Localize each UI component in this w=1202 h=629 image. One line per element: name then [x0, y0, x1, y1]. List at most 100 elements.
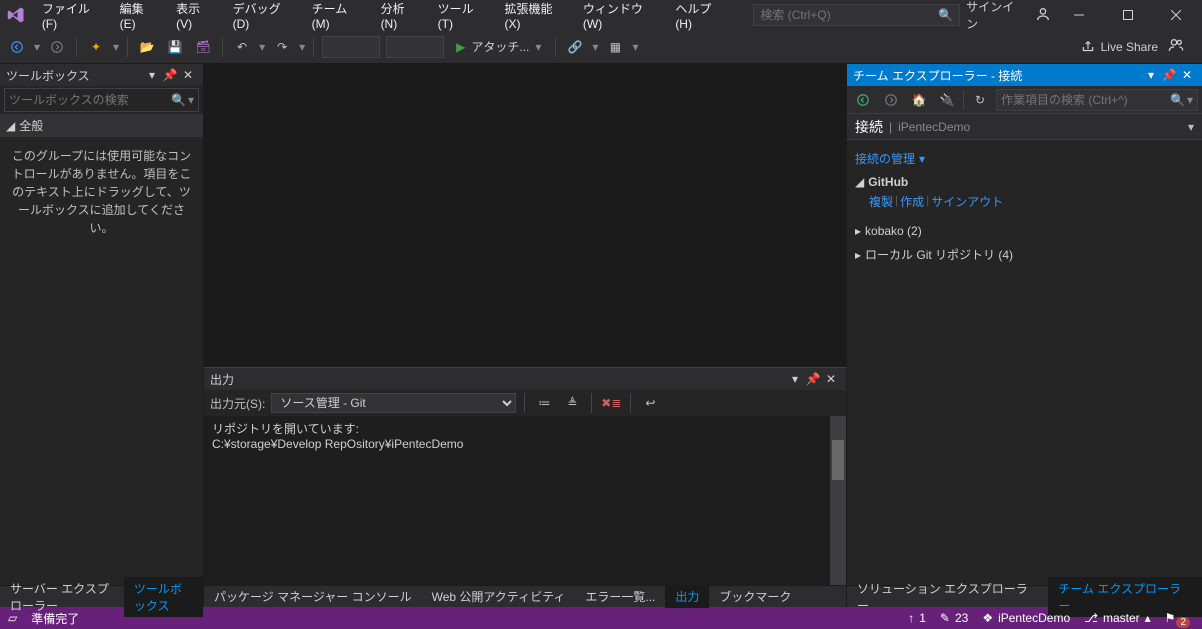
output-source-combo[interactable]: ソース管理 - Git	[271, 393, 516, 413]
dropdown-icon[interactable]: ▾	[143, 68, 161, 82]
menu-team[interactable]: チーム(M)	[302, 0, 371, 37]
undo-button[interactable]: ↶	[231, 36, 253, 58]
menu-edit[interactable]: 編集(E)	[110, 0, 167, 37]
redo-button[interactable]: ↷	[271, 36, 293, 58]
toolbox-section-label: 全般	[19, 117, 43, 134]
toolbox-section-general[interactable]: ◢ 全般	[0, 114, 203, 137]
menu-help[interactable]: ヘルプ(H)	[665, 0, 733, 37]
close-icon[interactable]: ✕	[822, 372, 840, 386]
toolbox-pane: ツールボックス ▾ 📌 ✕ 🔍▾ ◢ 全般 このグループには使用可能なコントロー…	[0, 64, 204, 607]
menu-view[interactable]: 表示(V)	[166, 0, 223, 37]
output-scrollbar[interactable]	[830, 416, 846, 585]
solution-config-combo[interactable]	[322, 36, 380, 58]
te-repo-kobako[interactable]: ▸ kobako (2)	[855, 220, 1194, 242]
te-forward-button[interactable]	[879, 88, 903, 112]
status-pending-push[interactable]: ↑1	[908, 611, 926, 625]
close-icon[interactable]: ✕	[179, 68, 197, 82]
te-manage-connections-link[interactable]: 接続の管理	[855, 150, 915, 167]
menu-tools[interactable]: ツール(T)	[428, 0, 495, 37]
team-explorer-pane: チーム エクスプローラー - 接続 ▾ 📌 ✕ 🏠 🔌 ↻ 🔍▾ 接続 |	[846, 64, 1202, 607]
status-pending-changes[interactable]: ✎23	[940, 611, 968, 625]
te-repo-local[interactable]: ▸ ローカル Git リポジトリ (4)	[855, 242, 1194, 267]
dropdown-icon[interactable]: ▾	[919, 152, 925, 166]
dropdown-icon[interactable]: ▾	[786, 372, 804, 386]
tab-error-list[interactable]: エラー一覧...	[575, 585, 665, 608]
status-notifications[interactable]: ⚑2	[1165, 611, 1194, 625]
nav-forward-button[interactable]	[46, 36, 68, 58]
repo-icon: ❖	[982, 611, 993, 625]
separator	[76, 37, 77, 57]
te-github-signout[interactable]: サインアウト	[931, 193, 1003, 210]
status-branch[interactable]: ⎇master▴	[1084, 611, 1151, 625]
search-icon: 🔍	[938, 8, 953, 22]
menu-analyze[interactable]: 分析(N)	[371, 0, 428, 37]
diagnostic-button[interactable]: ▦	[604, 36, 626, 58]
separator	[630, 393, 631, 413]
window-close-button[interactable]	[1156, 0, 1196, 30]
te-github-section[interactable]: ◢ GitHub	[855, 171, 1194, 193]
output-text[interactable]: リポジトリを開いています: C:¥storage¥Develop RepOsit…	[204, 416, 830, 585]
quick-launch[interactable]: 🔍	[753, 4, 960, 26]
close-icon[interactable]: ✕	[1178, 68, 1196, 82]
pin-icon[interactable]: 📌	[1160, 68, 1178, 82]
right-tabstrip: ソリューション エクスプローラー チーム エクスプローラー	[847, 585, 1202, 607]
dropdown-icon[interactable]: ▾	[34, 40, 40, 54]
status-repo[interactable]: ❖iPentecDemo	[982, 611, 1070, 625]
dropdown-icon[interactable]: ▾	[1142, 68, 1160, 82]
solution-platform-combo[interactable]	[386, 36, 444, 58]
attach-button[interactable]: ▶ アタッチ... ▾	[450, 36, 547, 58]
window-mode-icon[interactable]: ▱	[8, 611, 17, 625]
open-folder-button[interactable]: 📂	[136, 36, 158, 58]
tab-output[interactable]: 出力	[665, 585, 709, 608]
te-github-create[interactable]: 作成	[900, 193, 924, 210]
window-minimize-button[interactable]	[1059, 0, 1099, 30]
te-refresh-button[interactable]: ↻	[968, 88, 992, 112]
menu-debug[interactable]: デバッグ(D)	[223, 0, 302, 37]
browser-link-button[interactable]: 🔗	[564, 36, 586, 58]
menu-file[interactable]: ファイル(F)	[32, 0, 110, 37]
te-project-name: iPentecDemo	[898, 120, 970, 134]
word-wrap-button[interactable]: ↩	[639, 392, 661, 414]
te-github-clone[interactable]: 複製	[869, 193, 893, 210]
separator	[313, 37, 314, 57]
toolbox-search[interactable]: 🔍▾	[4, 88, 199, 112]
toolbox-search-input[interactable]	[9, 93, 171, 107]
account-icon[interactable]	[1035, 6, 1051, 25]
dropdown-icon[interactable]: ▾	[113, 40, 119, 54]
left-tabstrip: サーバー エクスプローラー ツールボックス	[0, 585, 203, 607]
window-maximize-button[interactable]	[1107, 0, 1147, 30]
te-search-input[interactable]	[1001, 93, 1170, 107]
te-repo-label: kobako (2)	[865, 224, 922, 238]
menu-extensions[interactable]: 拡張機能(X)	[495, 0, 573, 37]
team-explorer-toolbar: 🏠 🔌 ↻ 🔍▾	[847, 86, 1202, 114]
te-page-header[interactable]: 接続 | iPentecDemo ▾	[847, 114, 1202, 140]
separator	[222, 37, 223, 57]
te-back-button[interactable]	[851, 88, 875, 112]
menu-window[interactable]: ウィンドウ(W)	[573, 0, 665, 37]
feedback-icon[interactable]	[1168, 37, 1184, 56]
editor-area: 出力 ▾ 📌 ✕ 出力元(S): ソース管理 - Git ≔ ≜ ✖≣ ↩ リポ…	[204, 64, 846, 607]
te-connect-button[interactable]: 🔌	[935, 88, 959, 112]
te-search[interactable]: 🔍▾	[996, 89, 1198, 111]
tab-package-manager[interactable]: パッケージ マネージャー コンソール	[204, 585, 422, 608]
live-share-button[interactable]: Live Share	[1081, 40, 1158, 54]
go-to-prev-button[interactable]: ≜	[561, 392, 583, 414]
tab-bookmarks[interactable]: ブックマーク	[709, 585, 801, 608]
clear-all-button[interactable]: ✖≣	[600, 392, 622, 414]
te-home-button[interactable]: 🏠	[907, 88, 931, 112]
pin-icon[interactable]: 📌	[161, 68, 179, 82]
save-all-button[interactable]: 🗃	[192, 36, 214, 58]
te-github-label: GitHub	[868, 175, 908, 189]
collapse-icon: ◢	[6, 119, 15, 133]
sign-in-link[interactable]: サインイン	[960, 0, 1027, 36]
find-message-button[interactable]: ≔	[533, 392, 555, 414]
nav-back-button[interactable]	[6, 36, 28, 58]
quick-launch-input[interactable]	[760, 8, 938, 22]
tab-web-publish[interactable]: Web 公開アクティビティ	[422, 585, 576, 608]
new-item-button[interactable]: ✦	[85, 36, 107, 58]
pin-icon[interactable]: 📌	[804, 372, 822, 386]
tab-toolbox[interactable]: ツールボックス	[124, 577, 203, 617]
title-bar: ファイル(F) 編集(E) 表示(V) デバッグ(D) チーム(M) 分析(N)…	[0, 0, 1202, 30]
dropdown-icon[interactable]: ▾	[1188, 120, 1194, 134]
save-button[interactable]: 💾	[164, 36, 186, 58]
